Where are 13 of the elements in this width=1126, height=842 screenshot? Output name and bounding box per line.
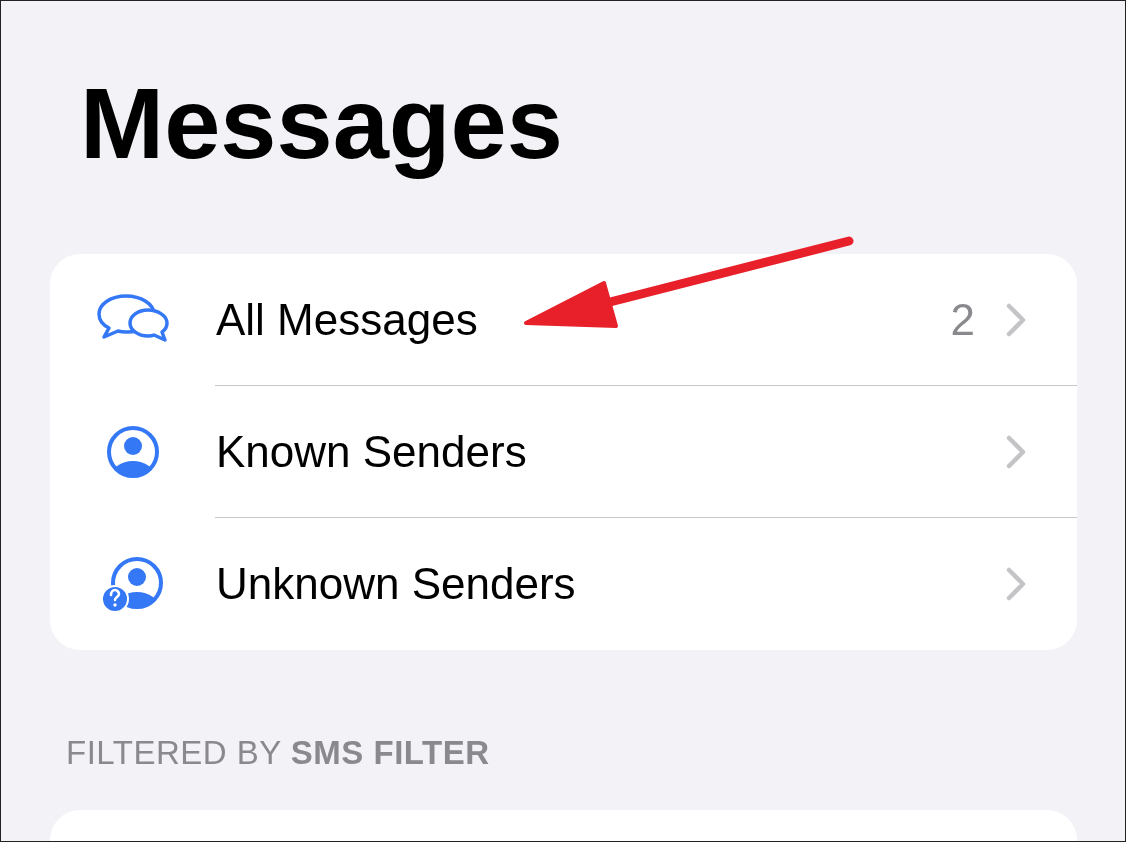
row-label: Known Senders bbox=[216, 427, 528, 477]
section-header: FILTERED BY SMS FILTER bbox=[66, 734, 490, 772]
message-count: 2 bbox=[950, 295, 975, 345]
chevron-icon bbox=[1005, 302, 1027, 338]
chevron-icon bbox=[1005, 566, 1027, 602]
row-label: Unknown Senders bbox=[216, 559, 577, 609]
list-row[interactable]: Known Senders bbox=[50, 386, 1077, 518]
person-question-icon bbox=[102, 556, 164, 612]
list-row[interactable]: Unknown Senders bbox=[50, 518, 1077, 650]
person-circle-icon bbox=[106, 425, 160, 479]
row-label: All Messages bbox=[216, 295, 479, 345]
page-title: Messages bbox=[80, 66, 563, 181]
chevron-icon bbox=[1005, 434, 1027, 470]
